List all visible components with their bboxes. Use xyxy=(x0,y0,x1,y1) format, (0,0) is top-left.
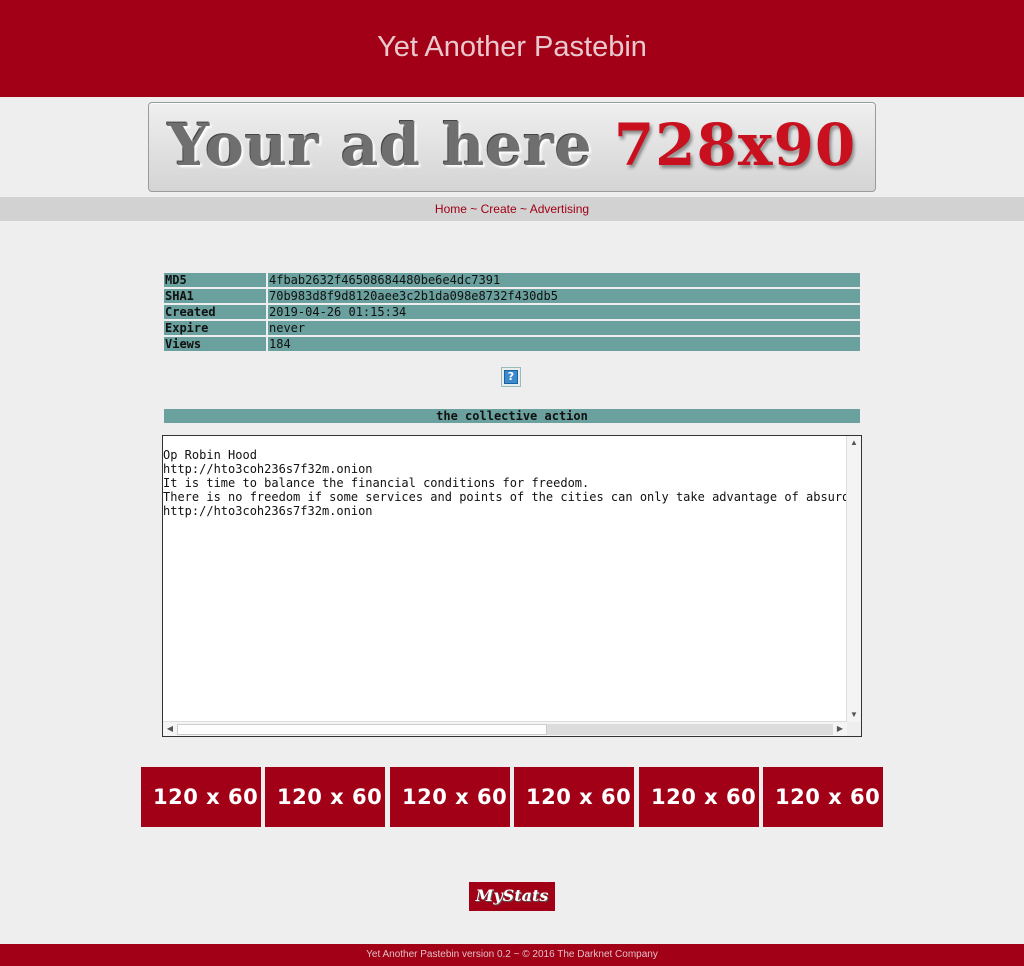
site-footer: Yet Another Pastebin version 0.2 ~ © 201… xyxy=(0,944,1024,966)
meta-row-created: Created 2019-04-26 01:15:34 xyxy=(164,305,860,319)
nav-separator: ~ xyxy=(520,202,528,216)
small-ad-1[interactable]: 120 x 60 xyxy=(141,767,261,827)
mystats-badge[interactable]: MyStats xyxy=(469,882,555,911)
meta-value: 70b983d8f9d8120aee3c2b1da098e8732f430db5 xyxy=(268,289,860,303)
nav-home-link[interactable]: Home xyxy=(435,202,467,216)
horizontal-scrollbar[interactable]: ◀ ▶ xyxy=(163,721,847,736)
scroll-left-icon[interactable]: ◀ xyxy=(163,722,177,736)
meta-key: SHA1 xyxy=(164,289,266,303)
meta-key: Expire xyxy=(164,321,266,335)
small-ad-4[interactable]: 120 x 60 xyxy=(514,767,634,827)
scrollbar-corner xyxy=(847,722,861,736)
meta-value: 2019-04-26 01:15:34 xyxy=(268,305,860,319)
horizontal-scroll-track[interactable] xyxy=(547,724,833,735)
paste-title: the collective action xyxy=(164,409,860,423)
scroll-right-icon[interactable]: ▶ xyxy=(833,722,847,736)
small-ad-6[interactable]: 120 x 60 xyxy=(763,767,883,827)
help-button[interactable]: ? xyxy=(501,367,521,387)
paste-content-box[interactable]: Op Robin Hood http://hto3coh236s7f32m.on… xyxy=(162,435,862,737)
vertical-scrollbar[interactable]: ▲ ▼ xyxy=(846,436,861,722)
meta-key: MD5 xyxy=(164,273,266,287)
small-ads-row: 120 x 60 120 x 60 120 x 60 120 x 60 120 … xyxy=(141,767,886,827)
site-header: Yet Another Pastebin xyxy=(0,0,1024,97)
nav-create-link[interactable]: Create xyxy=(481,202,517,216)
meta-value: 4fbab2632f46508684480be6e4dc7391 xyxy=(268,273,860,287)
small-ad-5[interactable]: 120 x 60 xyxy=(639,767,759,827)
banner-ad-caption: Your ad here xyxy=(167,111,593,179)
paste-meta-table: MD5 4fbab2632f46508684480be6e4dc7391 SHA… xyxy=(162,271,862,353)
nav-separator: ~ xyxy=(470,202,478,216)
banner-ad[interactable]: Your ad here 728x90 xyxy=(148,102,876,192)
nav-advertising-link[interactable]: Advertising xyxy=(530,202,589,216)
meta-row-expire: Expire never xyxy=(164,321,860,335)
meta-row-views: Views 184 xyxy=(164,337,860,351)
meta-row-md5: MD5 4fbab2632f46508684480be6e4dc7391 xyxy=(164,273,860,287)
horizontal-scroll-thumb[interactable] xyxy=(177,724,547,735)
nav-bar: Home ~ Create ~ Advertising xyxy=(0,197,1024,221)
meta-value: never xyxy=(268,321,860,335)
meta-value: 184 xyxy=(268,337,860,351)
meta-row-sha1: SHA1 70b983d8f9d8120aee3c2b1da098e8732f4… xyxy=(164,289,860,303)
scroll-down-icon[interactable]: ▼ xyxy=(847,708,861,722)
meta-key: Created xyxy=(164,305,266,319)
small-ad-2[interactable]: 120 x 60 xyxy=(265,767,385,827)
banner-ad-size: 728x90 xyxy=(613,111,857,179)
scroll-up-icon[interactable]: ▲ xyxy=(847,436,861,450)
small-ad-3[interactable]: 120 x 60 xyxy=(390,767,510,827)
site-title[interactable]: Yet Another Pastebin xyxy=(0,31,1024,64)
help-icon: ? xyxy=(504,370,518,384)
paste-content-text[interactable]: Op Robin Hood http://hto3coh236s7f32m.on… xyxy=(163,448,847,722)
meta-key: Views xyxy=(164,337,266,351)
banner-ad-text: Your ad here 728x90 xyxy=(149,111,875,179)
